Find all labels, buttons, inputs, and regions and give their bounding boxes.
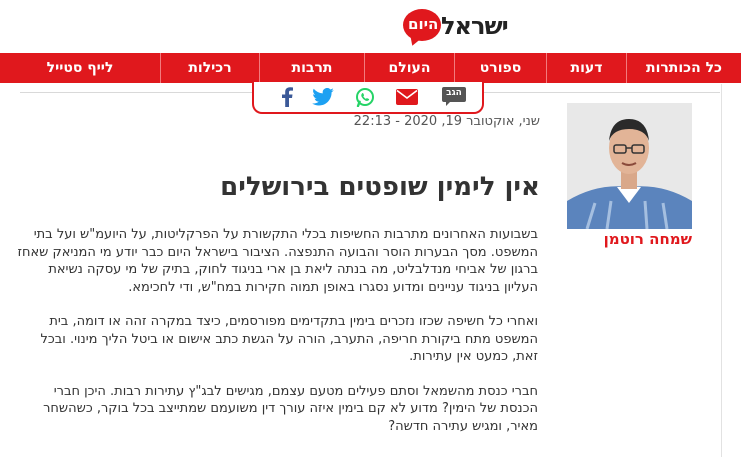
logo-wordmark: ישראל: [441, 12, 509, 40]
whatsapp-icon[interactable]: [354, 87, 376, 107]
site-header: היום ישראל: [0, 0, 741, 52]
facebook-icon[interactable]: [276, 87, 298, 107]
nav-item-lifestyle[interactable]: לייף סטייל: [0, 53, 160, 83]
article-body: בשבועות האחרונים מתרבות החשיפות בכלי התק…: [14, 226, 538, 452]
main-nav: כל הכותרות דעות ספורט העולם תרבות רכילות…: [0, 53, 741, 83]
nav-item-culture[interactable]: תרבות: [259, 53, 364, 83]
nav-item-gossip[interactable]: רכילות: [160, 53, 259, 83]
right-divider: [721, 84, 722, 457]
article-headline: אין לימין שופטים בירושלים: [220, 172, 540, 202]
author-photo[interactable]: [567, 103, 692, 229]
twitter-icon[interactable]: [312, 87, 334, 107]
email-icon[interactable]: [396, 87, 418, 107]
article-date: שני, אוקטובר 19, 2020 - 22:13: [353, 114, 540, 129]
article-paragraph: ואחרי כל חשיפה שכזו נזכרים בימין בתקדימי…: [40, 314, 538, 364]
nav-item-all-headlines[interactable]: כל הכותרות: [626, 53, 741, 83]
comment-button[interactable]: הגב: [442, 87, 466, 107]
nav-item-world[interactable]: העולם: [364, 53, 454, 83]
site-logo[interactable]: היום ישראל: [403, 6, 513, 48]
comment-label: הגב: [446, 88, 462, 98]
article-paragraph: בשבועות האחרונים מתרבות החשיפות בכלי התק…: [17, 227, 538, 295]
article-paragraph: חברי כנסת מהשמאל וסתם פעילים מטעם עצמם, …: [43, 383, 538, 434]
logo-badge-text: היום: [408, 15, 439, 33]
nav-item-sport[interactable]: ספורט: [454, 53, 546, 83]
author-name[interactable]: שמחה רוטמן: [567, 230, 692, 248]
share-bar: הגב: [252, 82, 484, 114]
nav-item-opinions[interactable]: דעות: [546, 53, 626, 83]
